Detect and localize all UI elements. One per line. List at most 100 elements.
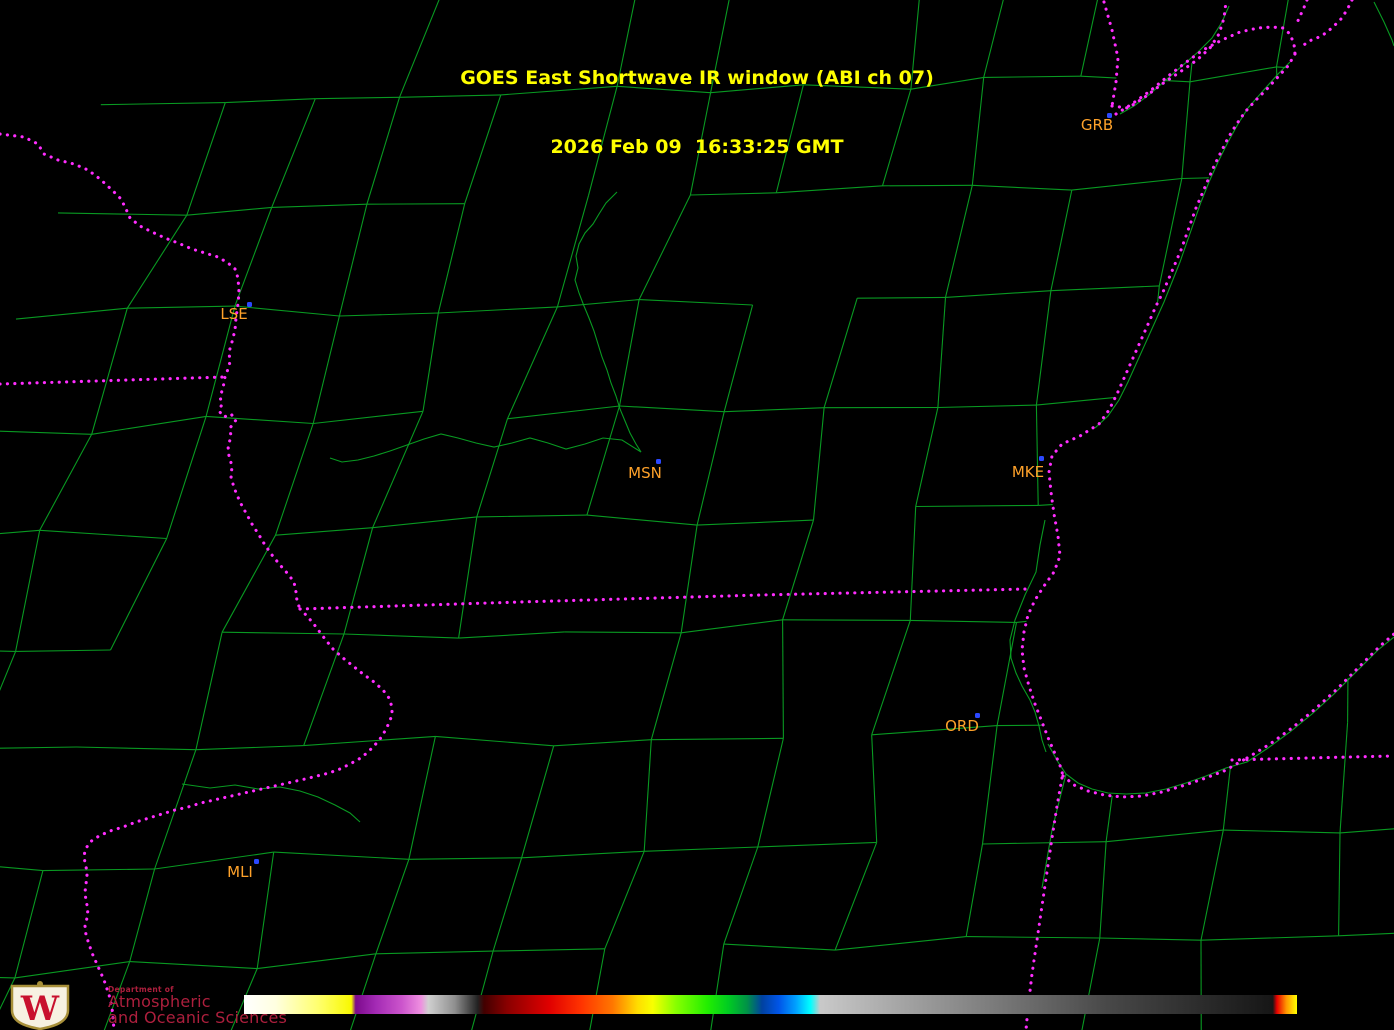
county-line [758,842,877,847]
county-line [111,539,167,651]
county-line [783,620,911,621]
county-line [697,520,813,525]
county-line [605,851,644,949]
county-line [43,869,155,871]
county-line [1076,938,1100,1030]
county-line [587,406,620,515]
county-line [872,620,911,734]
county-line [196,632,222,750]
county-line [508,406,620,419]
county-line [557,300,639,307]
county-line [477,515,587,517]
county-line [333,954,376,1030]
station-dot-MSN [656,459,661,464]
county-line [222,632,344,634]
county-line [983,842,1107,844]
county-line [564,632,681,633]
county-line [872,735,877,843]
county-line [127,306,235,308]
county-line [339,204,367,316]
county-line [997,622,1016,725]
county-line [0,430,92,434]
wisconsin-river-upper [575,192,641,452]
county-line [724,408,824,412]
county-line [92,308,128,434]
county-line [313,411,423,423]
illinois-indiana-border [1026,778,1062,1030]
county-line [620,406,725,412]
county-line [276,424,314,536]
county-line [557,195,588,307]
county-line [373,517,477,528]
county-line [373,411,423,527]
county-line [697,412,724,525]
county-line [0,651,16,748]
county-line [522,851,645,858]
county-line [0,747,76,749]
county-line [587,515,697,525]
county-line [438,307,557,313]
county-line [409,858,522,860]
county-line [77,747,196,750]
county-line [1339,833,1340,936]
ir-enhancement-colorbar [244,995,1297,1014]
county-line [938,405,1037,407]
county-line [783,520,814,620]
county-line [459,632,565,638]
county-line [127,215,187,308]
county-line [339,313,438,316]
county-line [1100,938,1201,940]
county-line [916,408,938,507]
county-line [276,528,373,536]
county-line [313,316,339,424]
mississippi-river-south-border [84,609,392,1030]
county-line [58,213,187,215]
county-line [344,634,459,638]
county-line [376,951,493,954]
county-line [376,859,409,954]
product-timestamp: 2026 Feb 09 16:33:25 GMT [0,136,1394,159]
county-line [946,291,1051,298]
county-line [1340,722,1348,833]
county-line [1036,291,1051,405]
county-line [724,944,835,950]
county-line [187,207,272,215]
county-line [705,944,724,1030]
county-line [824,298,857,408]
illinois-indiana-county-line [1042,774,1066,888]
county-line [15,871,43,978]
county-line [1201,830,1223,940]
county-line [1223,830,1340,833]
county-line [40,530,167,538]
county-line [304,634,344,746]
county-line [724,847,758,944]
county-line [344,528,373,634]
county-line [1036,405,1038,505]
wisconsin-illinois-border [300,589,1027,609]
station-label-LSE: LSE [220,305,247,323]
county-line [916,505,1038,506]
county-line [438,204,464,313]
county-line [274,852,409,859]
county-line [1201,936,1339,940]
county-line [167,416,206,538]
county-line [857,297,945,298]
county-line [1100,842,1106,938]
county-line [508,307,558,419]
indiana-michigan-border [1232,756,1394,760]
county-line [493,858,521,951]
crest-letter: W [20,989,60,1029]
county-line [257,852,274,969]
county-line [644,847,758,851]
county-line [983,726,998,844]
county-line [639,195,690,300]
county-line [1339,931,1394,936]
county-line [15,962,130,978]
county-line [1051,286,1159,291]
station-label-ORD: ORD [945,717,979,735]
county-line [0,861,43,871]
county-line [459,951,494,1030]
county-line [16,650,111,651]
county-line [681,525,697,633]
logo-name-line2: and Oceanic Sciences [108,1010,287,1027]
